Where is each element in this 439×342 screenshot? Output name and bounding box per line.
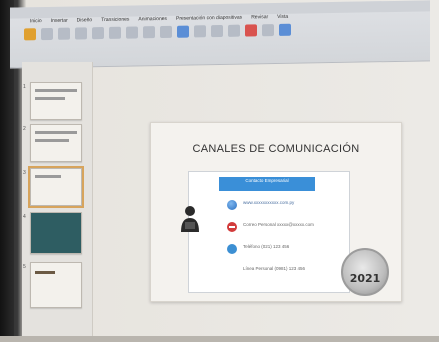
slide-thumbnail-selected[interactable]	[28, 166, 84, 208]
slide-canvas[interactable]: CANALES DE COMUNICACIÓN Contacto Empresa…	[150, 122, 402, 302]
thumb-number: 2	[23, 126, 26, 132]
tab-insert[interactable]: Insertar	[51, 18, 68, 24]
thumb-number: 1	[23, 84, 26, 90]
shape-outline-icon[interactable]	[228, 24, 240, 37]
slide-thumbnail[interactable]	[30, 124, 82, 162]
slide-thumbnail[interactable]	[30, 212, 82, 254]
picture-icon[interactable]	[245, 24, 257, 37]
card-header: Contacto Empresarial	[219, 177, 315, 191]
globe-icon	[227, 200, 237, 210]
web-text: www.xxxxxxxxxxx.com.py	[243, 200, 295, 205]
slide-title[interactable]: CANALES DE COMUNICACIÓN	[151, 143, 401, 155]
layout-icon[interactable]	[58, 27, 70, 40]
tab-transitions[interactable]: Transiciones	[101, 17, 129, 23]
slide-thumbnail[interactable]	[30, 262, 82, 308]
contact-card[interactable]: Contacto Empresarial www.xxxxxxxxxxx.com…	[181, 171, 350, 293]
align-icon[interactable]	[126, 26, 138, 39]
tab-view[interactable]: Vista	[277, 14, 288, 20]
shape-fill-icon[interactable]	[211, 24, 223, 38]
blank-icon	[227, 266, 237, 276]
email-text: Correo Personal xxxxx@xxxxx.com	[243, 222, 314, 227]
new-slide-icon[interactable]	[41, 27, 53, 41]
bullets-icon[interactable]	[143, 26, 155, 39]
tab-review[interactable]: Revisar	[251, 14, 268, 20]
seal-year: 2021	[349, 272, 381, 285]
phone-text: Teléfono (021) 123 456	[243, 244, 290, 249]
thumb-number: 4	[23, 214, 26, 220]
bold-icon[interactable]	[92, 27, 104, 40]
seal-badge: 2021	[341, 248, 389, 296]
ribbon: Inicio Insertar Diseño Transiciones Anim…	[10, 0, 430, 69]
tab-design[interactable]: Diseño	[77, 17, 93, 23]
design-ideas-icon[interactable]	[279, 23, 291, 36]
quick-styles-icon[interactable]	[194, 25, 206, 38]
shapes-icon[interactable]	[160, 25, 172, 39]
thumb-number: 3	[23, 170, 26, 176]
thumb-number: 5	[23, 264, 26, 270]
contact-row-phone: Teléfono (021) 123 456	[227, 244, 289, 254]
find-icon[interactable]	[262, 24, 274, 37]
contact-row-line: Línea Personal (0981) 123 456	[227, 266, 305, 276]
slide-thumbnails-panel: 1 2 3 4 5	[22, 62, 93, 337]
email-icon	[227, 222, 237, 232]
phone-icon	[227, 244, 237, 254]
tab-animations[interactable]: Animaciones	[138, 16, 167, 22]
person-icon	[181, 206, 199, 232]
ribbon-toolbar	[24, 23, 291, 41]
contact-row-email: Correo Personal xxxxx@xxxxx.com	[227, 222, 314, 232]
contact-row-web: www.xxxxxxxxxxx.com.py	[227, 200, 294, 210]
desk-edge	[0, 336, 439, 342]
font-icon[interactable]	[75, 27, 87, 40]
line-text: Línea Personal (0981) 123 456	[243, 266, 306, 271]
italic-icon[interactable]	[109, 26, 121, 39]
paste-icon[interactable]	[24, 28, 36, 41]
slide-thumbnail[interactable]	[30, 82, 82, 120]
tab-slideshow[interactable]: Presentación con diapositivas	[176, 15, 242, 22]
tab-home[interactable]: Inicio	[30, 18, 42, 24]
arrange-icon[interactable]	[177, 25, 189, 38]
